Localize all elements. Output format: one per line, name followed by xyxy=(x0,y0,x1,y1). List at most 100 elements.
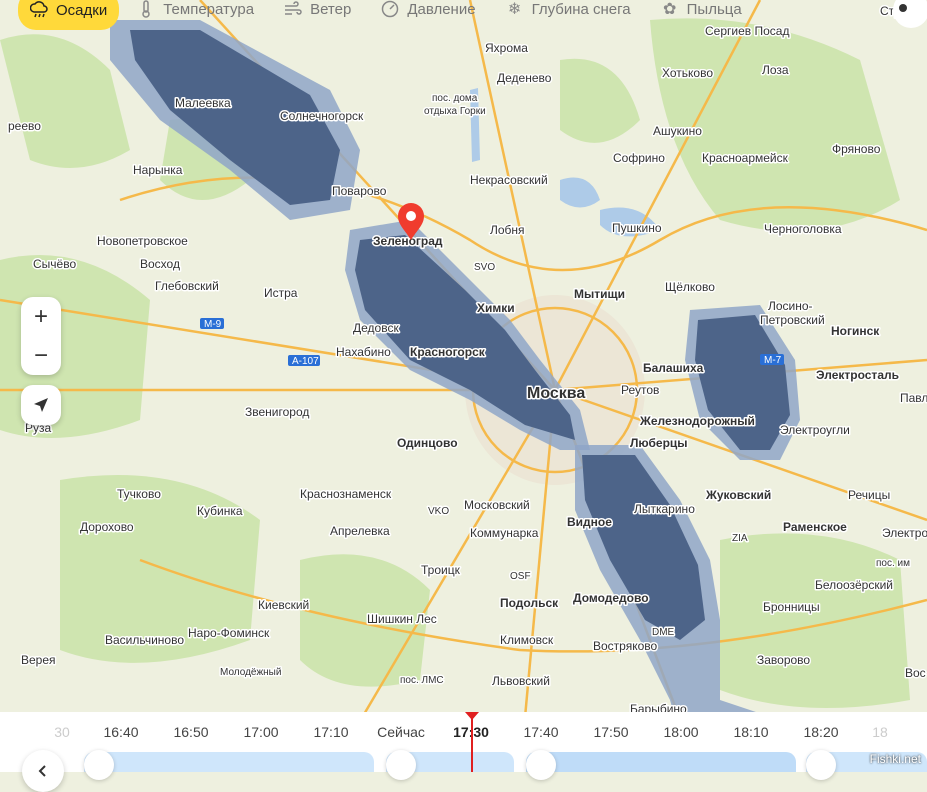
place-label-rechitsy: Речицы xyxy=(848,488,890,502)
place-label-domodedovo: Домодедово xyxy=(573,591,649,605)
zoom-out-button[interactable]: − xyxy=(21,336,61,375)
place-label-kommunarka: Коммунарка xyxy=(470,526,539,540)
place-label-loza: Лоза xyxy=(762,63,789,77)
rain-cloud-icon xyxy=(806,750,836,780)
navigation-arrow-icon xyxy=(34,398,48,412)
place-label-dedovsk: Дедовск xyxy=(353,321,399,335)
timeline-tick[interactable]: 18:00 xyxy=(663,724,698,740)
timeline-tick[interactable]: 17:50 xyxy=(593,724,628,740)
place-label-moskva: Москва xyxy=(527,385,585,402)
place-label-noginsk: Ногинск xyxy=(831,324,880,338)
zoom-controls: + − xyxy=(21,297,61,375)
place-label-reevo: реево xyxy=(8,119,41,133)
place-label-moskovskiy: Московский xyxy=(464,498,530,512)
timeline-past-bar xyxy=(84,752,374,772)
place-label-zavorovo: Заворово xyxy=(757,653,810,667)
place-label-naro: Наро-Фоминск xyxy=(188,626,270,640)
place-label-odintsovo: Одинцово xyxy=(397,436,458,450)
place-label-zheleznodorozhny: Железнодорожный xyxy=(639,414,755,428)
more-button[interactable] xyxy=(887,0,927,40)
timeline-tick[interactable]: 30 xyxy=(54,724,70,740)
thermometer-icon xyxy=(137,0,155,18)
place-label-glebovskiy: Глебовский xyxy=(155,279,219,293)
airport-label-vko: VKO xyxy=(428,506,449,517)
airport-label-dme: DME xyxy=(652,627,675,638)
place-label-molodezhny: Молодёжный xyxy=(220,667,281,678)
tab-label: Пыльца xyxy=(686,0,742,18)
airport-label-svo: SVO xyxy=(474,262,495,273)
place-label-petrovskiy: Петровский xyxy=(760,313,825,327)
place-label-povarovo: Поварово xyxy=(332,184,387,198)
place-label-lobnya: Лобня xyxy=(490,223,525,237)
place-label-mytishchi: Мытищи xyxy=(574,287,625,301)
snowflake-icon: ❄ xyxy=(507,1,522,18)
airport-label-zia: ZIA xyxy=(732,533,748,544)
timeline-tick[interactable]: 18 xyxy=(872,724,888,740)
timeline-tick[interactable]: 18:20 xyxy=(803,724,838,740)
place-label-maleevka: Малеевка xyxy=(175,96,231,110)
tab-label: Ветер xyxy=(310,0,352,18)
timeline-tick[interactable]: 17:10 xyxy=(313,724,348,740)
place-label-ramenskoe: Раменское xyxy=(783,520,847,534)
layer-tabs: Осадки Температура Ветер Давление ❄ Глуб… xyxy=(0,0,927,30)
place-label-elektrougli: Электроугли xyxy=(780,423,850,437)
my-location-button[interactable] xyxy=(21,385,61,425)
place-label-schelkovo: Щёлково xyxy=(665,280,715,294)
timeline-forecast-bar xyxy=(526,752,796,772)
place-label-nekrasovskiy: Некрасовский xyxy=(470,173,548,187)
place-label-reutov: Реутов xyxy=(621,383,659,397)
place-label-vidnoe: Видное xyxy=(567,515,612,529)
timeline-tick[interactable]: 17:40 xyxy=(523,724,558,740)
place-label-istra: Истра xyxy=(264,286,298,300)
place-label-chernogolovka: Черноголовка xyxy=(764,222,842,236)
place-label-lyubertsy: Люберцы xyxy=(630,436,688,450)
place-label-novopetrovskoe: Новопетровское xyxy=(97,234,188,248)
partly-cloudy-icon xyxy=(84,750,114,780)
rain-cloud-icon xyxy=(386,750,416,780)
tab-precipitation[interactable]: Осадки xyxy=(18,0,120,30)
airport-label-osf: OSF xyxy=(510,571,531,582)
zoom-in-button[interactable]: + xyxy=(21,297,61,336)
place-label-fryanovo: Фряново xyxy=(832,142,881,156)
place-label-krasnoarmeysk: Красноармейск xyxy=(702,151,789,165)
tab-snow-depth[interactable]: ❄ Глубина снега xyxy=(494,0,643,27)
place-label-belozersky: Белоозёрский xyxy=(815,578,893,592)
timeline-tick[interactable]: 17:00 xyxy=(243,724,278,740)
tab-label: Осадки xyxy=(56,1,108,19)
tab-pollen[interactable]: ✿ Пыльца xyxy=(649,0,754,27)
svg-text:А-107: А-107 xyxy=(292,356,319,367)
place-label-solnechnogorsk: Солнечногорск xyxy=(280,109,364,123)
chevron-left-icon xyxy=(38,765,46,777)
place-label-otdyha: отдыха Горки xyxy=(424,106,486,117)
place-label-dorokhovo: Дорохово xyxy=(80,520,134,534)
timeline-cursor[interactable] xyxy=(471,712,473,772)
timeline-back-button[interactable] xyxy=(22,750,64,792)
place-label-podolsk: Подольск xyxy=(500,596,559,610)
timeline-tick[interactable]: 18:10 xyxy=(733,724,768,740)
place-label-voskhod: Восход xyxy=(140,257,180,271)
place-label-balashikha: Балашиха xyxy=(643,361,704,375)
tab-temperature[interactable]: Температура xyxy=(125,0,266,27)
place-label-sychevo: Сычёво xyxy=(33,257,76,271)
timeline-now-label[interactable]: Сейчас xyxy=(377,724,425,740)
tab-label: Давление xyxy=(407,0,476,18)
place-label-elektrostal: Электросталь xyxy=(816,368,899,382)
place-label-vereya: Верея xyxy=(21,653,56,667)
place-label-zelenograd: Зеленоград xyxy=(373,234,443,248)
map[interactable]: Яхрома Сергиев Посад Струнин Деденево Хо… xyxy=(0,0,927,772)
timeline[interactable]: 30 16:40 16:50 17:00 17:10 Сейчас 17:30 … xyxy=(0,712,927,792)
svg-text:М-9: М-9 xyxy=(204,319,222,330)
place-label-hotkovo: Хотьково xyxy=(662,66,713,80)
tab-pressure[interactable]: Давление xyxy=(369,0,487,27)
thunderstorm-icon xyxy=(526,750,556,780)
timeline-tick[interactable]: 16:40 xyxy=(103,724,138,740)
watermark: Fishki.net xyxy=(869,752,921,766)
place-label-poslms: пос. ЛМС xyxy=(400,675,444,686)
place-label-lytkarino: Лыткарино xyxy=(634,502,695,516)
tab-label: Глубина снега xyxy=(531,0,631,18)
tab-wind[interactable]: Ветер xyxy=(272,0,363,27)
timeline-tick[interactable]: 16:50 xyxy=(173,724,208,740)
place-label-narynka: Нарынка xyxy=(133,163,183,177)
place-label-troitsk: Троицк xyxy=(421,563,461,577)
svg-text:М-7: М-7 xyxy=(764,355,782,366)
